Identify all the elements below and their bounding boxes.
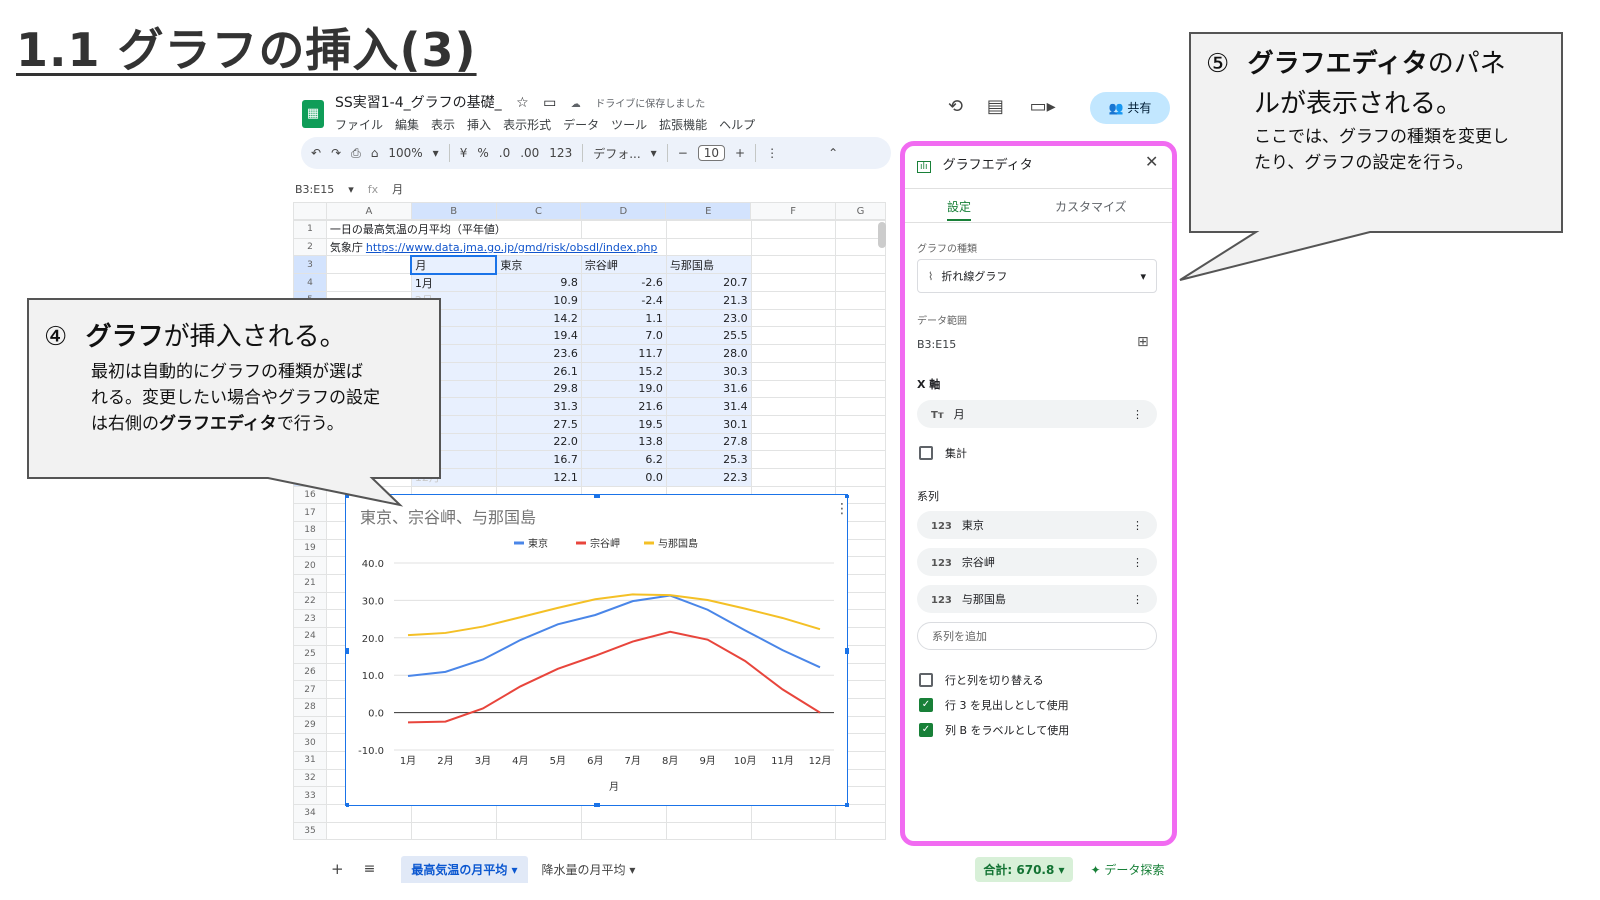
callout4-line3-post: で行う。 xyxy=(276,414,344,434)
callout4-number: ④ xyxy=(44,322,68,352)
callout5-text: ⑤ グラフエディタのパネ ルが表示される。 ここでは、グラフの種類を変更し たり… xyxy=(1206,44,1546,176)
callout5-head-bold: グラフエディタ xyxy=(1247,49,1428,79)
callout4-heading: ④ グラフが挿入される。 xyxy=(44,316,434,353)
callout4-line2: れる。変更したい場合やグラフの設定 xyxy=(91,388,380,408)
callout4-line1: 最初は自動的にグラフの種類が選ば xyxy=(91,362,363,382)
callout5-head-line2: ルが表示される。 xyxy=(1254,89,1463,119)
callout4-text: ④ グラフが挿入される。 最初は自動的にグラフの種類が選ば れる。変更したい場合… xyxy=(44,316,434,437)
callout5-body2: たり、グラフの設定を行う。 xyxy=(1254,153,1474,173)
callout4-line3-pre: は右側の xyxy=(91,414,159,434)
callout4-line3: は右側のグラフエディタで行う。 xyxy=(91,411,434,437)
callout5-number: ⑤ xyxy=(1206,49,1230,79)
callout4-head-rest: が挿入される。 xyxy=(163,322,346,352)
callout5-body1: ここでは、グラフの種類を変更し xyxy=(1254,127,1509,147)
callout5-heading: ⑤ グラフエディタのパネ xyxy=(1206,44,1546,84)
callout4-line3-bold: グラフエディタ xyxy=(159,414,277,434)
callout4-head-bold: グラフ xyxy=(85,322,164,352)
callout4-body: 最初は自動的にグラフの種類が選ば れる。変更したい場合やグラフの設定 は右側のグ… xyxy=(91,359,434,437)
callout5-head-rest: のパネ xyxy=(1427,49,1506,79)
